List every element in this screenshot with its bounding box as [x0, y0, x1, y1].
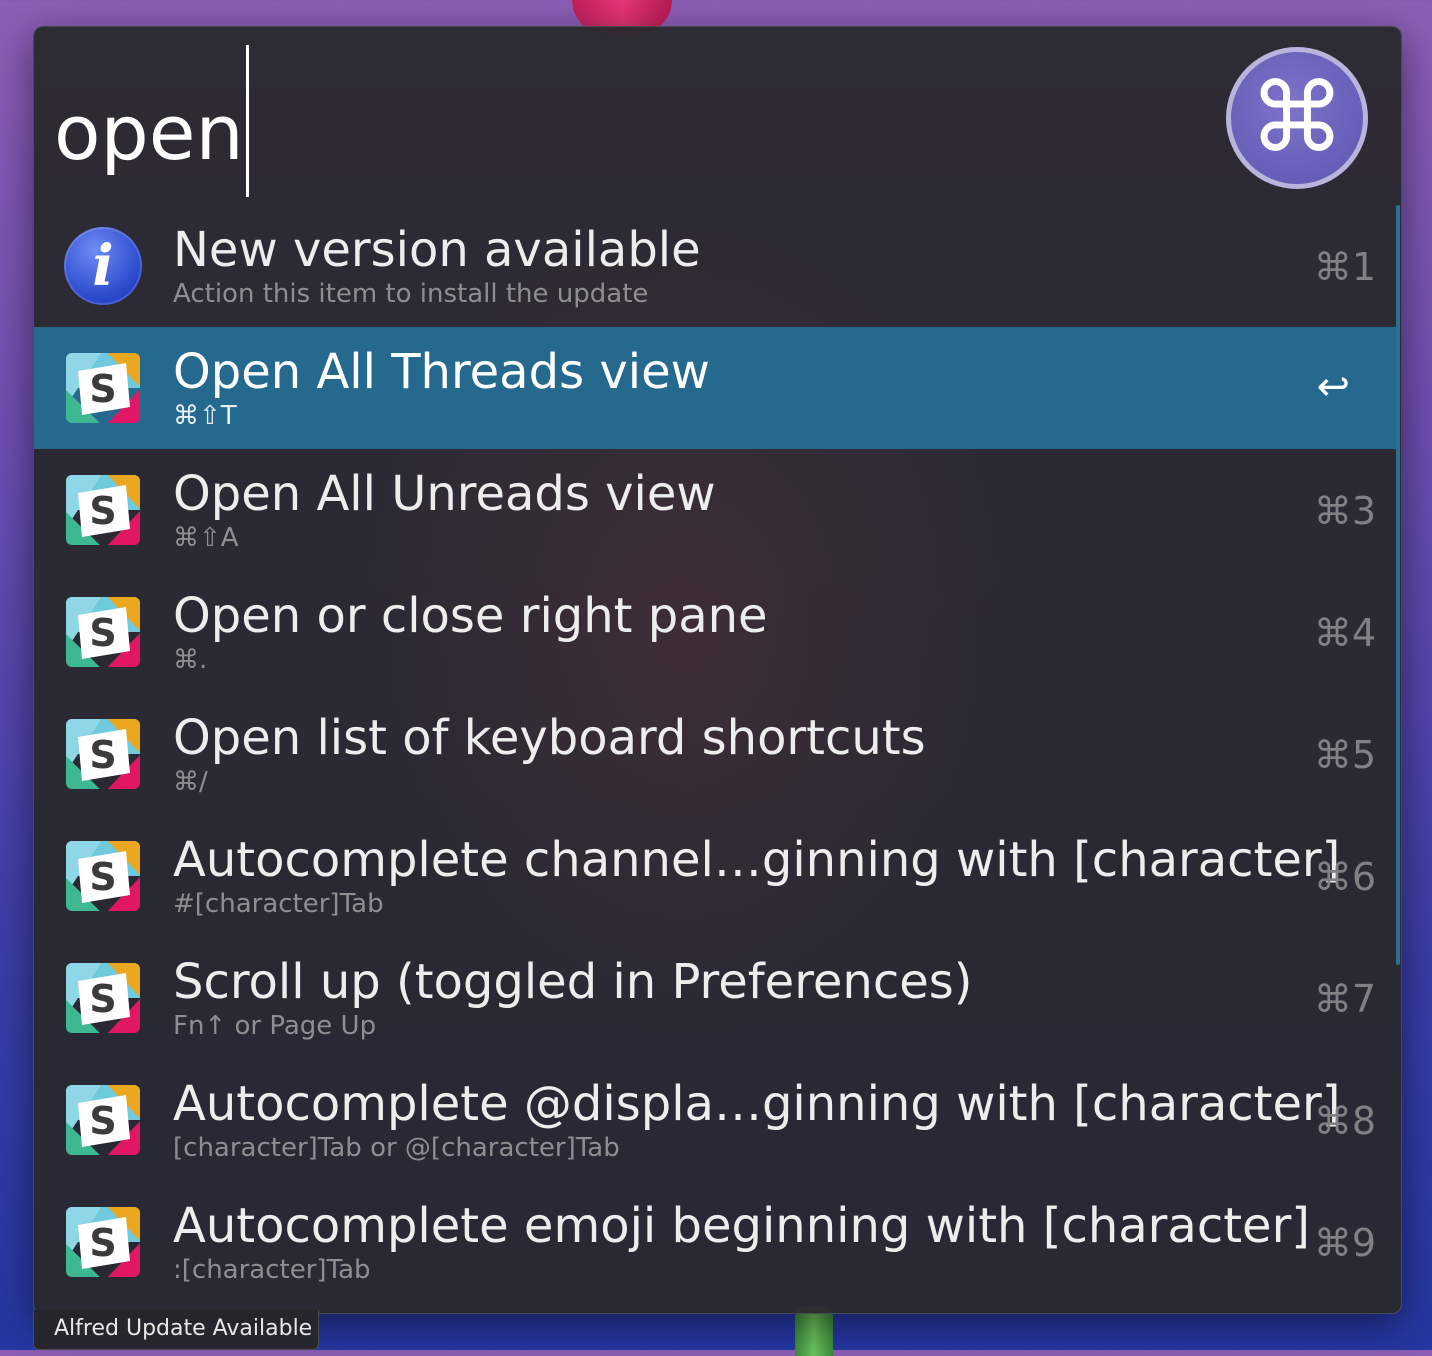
slack-app-icon: S — [64, 1081, 142, 1159]
result-subtitle: Fn↑ or Page Up — [173, 1011, 377, 1041]
results-list: i New version available Action this item… — [34, 205, 1401, 1305]
svg-text:S: S — [89, 855, 116, 899]
result-title: Open All Threads view — [173, 344, 710, 400]
slack-app-icon: S — [64, 715, 142, 793]
slack-app-icon: S — [64, 471, 142, 549]
result-row-keyboard-shortcuts[interactable]: S Open list of keyboard shortcuts ⌘/ ⌘5 — [34, 693, 1396, 815]
info-icon: i — [64, 227, 142, 305]
result-title: Scroll up (toggled in Preferences) — [173, 954, 973, 1010]
result-shortcut: ⌘8 — [1313, 1099, 1376, 1143]
result-subtitle: :[character]Tab — [173, 1255, 371, 1285]
result-row-autocomplete-emoji[interactable]: S Autocomplete emoji beginning with [cha… — [34, 1181, 1396, 1303]
alfred-window: open ⌘ i New version available Action th… — [33, 26, 1402, 1314]
result-subtitle: [character]Tab or @[character]Tab — [173, 1133, 620, 1163]
result-title: Autocomplete channel…ginning with [chara… — [173, 832, 1341, 888]
results-scrollbar[interactable] — [1396, 205, 1400, 965]
result-row-open-all-threads[interactable]: S Open All Threads view ⌘⇧T ↩ — [34, 327, 1396, 449]
result-shortcut: ⌘3 — [1313, 489, 1376, 533]
update-notice[interactable]: Alfred Update Available — [33, 1310, 319, 1350]
result-subtitle: ⌘/ — [173, 767, 208, 797]
slack-app-icon: S — [64, 837, 142, 915]
result-row-scroll-up[interactable]: S Scroll up (toggled in Preferences) Fn↑… — [34, 937, 1396, 1059]
result-row-open-close-right-pane[interactable]: S Open or close right pane ⌘. ⌘4 — [34, 571, 1396, 693]
result-shortcut: ⌘5 — [1313, 733, 1376, 777]
result-title: New version available — [173, 222, 701, 278]
result-subtitle: #[character]Tab — [173, 889, 384, 919]
slack-app-icon: S — [64, 349, 142, 427]
svg-text:S: S — [89, 1099, 116, 1143]
result-title: Autocomplete @displa…ginning with [chara… — [173, 1076, 1341, 1132]
result-row-autocomplete-display-name[interactable]: S Autocomplete @displa…ginning with [cha… — [34, 1059, 1396, 1181]
search-input[interactable]: open — [54, 45, 249, 203]
slack-app-icon: S — [64, 959, 142, 1037]
result-subtitle: ⌘⇧T — [173, 401, 237, 431]
result-row-open-all-unreads[interactable]: S Open All Unreads view ⌘⇧A ⌘3 — [34, 449, 1396, 571]
svg-text:S: S — [89, 1221, 116, 1265]
result-title: Autocomplete emoji beginning with [chara… — [173, 1198, 1311, 1254]
result-title: Open All Unreads view — [173, 466, 716, 522]
svg-text:S: S — [89, 611, 116, 655]
search-query: open — [54, 88, 244, 177]
svg-text:S: S — [89, 977, 116, 1021]
result-shortcut: ⌘7 — [1313, 977, 1376, 1021]
result-shortcut: ⌘4 — [1313, 611, 1376, 655]
result-shortcut: ⌘6 — [1313, 855, 1376, 899]
result-shortcut: ⌘9 — [1313, 1221, 1376, 1265]
result-title: Open list of keyboard shortcuts — [173, 710, 926, 766]
slack-app-icon: S — [64, 593, 142, 671]
result-subtitle: ⌘. — [173, 645, 208, 675]
result-row-autocomplete-channel[interactable]: S Autocomplete channel…ginning with [cha… — [34, 815, 1396, 937]
search-bar[interactable]: open ⌘ — [34, 27, 1401, 205]
svg-text:S: S — [89, 489, 116, 533]
result-shortcut: ⌘1 — [1313, 245, 1376, 289]
slack-app-icon: S — [64, 1203, 142, 1281]
command-key-icon: ⌘ — [1226, 47, 1368, 189]
result-title: Open or close right pane — [173, 588, 768, 644]
text-caret — [245, 45, 249, 197]
svg-text:S: S — [89, 367, 116, 411]
result-subtitle: ⌘⇧A — [173, 523, 239, 553]
result-row-new-version[interactable]: i New version available Action this item… — [34, 205, 1396, 327]
return-key-icon: ↩ — [1316, 364, 1350, 410]
svg-text:S: S — [89, 733, 116, 777]
result-subtitle: Action this item to install the update — [173, 279, 649, 309]
